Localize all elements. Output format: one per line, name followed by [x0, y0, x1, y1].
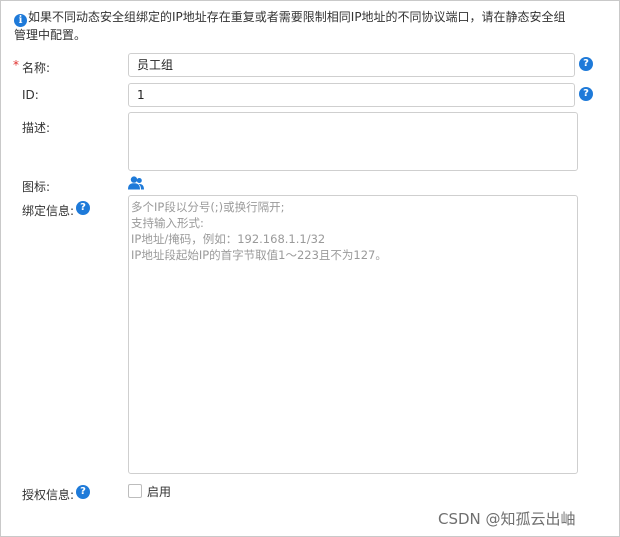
placeholder-line: IP地址/掩码，例如：192.168.1.1/32 [131, 232, 326, 246]
required-mark: * [13, 58, 19, 72]
user-group-icon[interactable] [128, 176, 144, 193]
binding-info-label: 绑定信息: [22, 202, 74, 219]
binding-info-help-icon[interactable]: ? [76, 201, 90, 215]
auth-enable-checkbox[interactable] [128, 484, 142, 498]
name-input[interactable]: 员工组 [128, 53, 575, 77]
auth-info-label-text: 授权信息: [22, 488, 75, 502]
name-help-icon[interactable]: ? [579, 57, 593, 71]
dialog-panel: i 如果不同动态安全组绑定的IP地址存在重复或者需要限制相同IP地址的不同协议端口… [0, 0, 620, 537]
description-label: 描述: [22, 121, 51, 135]
info-notice: i 如果不同动态安全组绑定的IP地址存在重复或者需要限制相同IP地址的不同协议端口… [14, 9, 604, 43]
auth-info-help-icon[interactable]: ? [76, 485, 90, 499]
notice-line-2: 管理中配置。 [14, 28, 87, 42]
id-help-icon[interactable]: ? [579, 87, 593, 101]
auth-info-label: 授权信息: [22, 486, 74, 503]
auth-enable-label[interactable]: 启用 [147, 483, 171, 500]
watermark: CSDN @知孤云出岫 [438, 510, 576, 528]
description-textarea[interactable] [128, 112, 578, 171]
icon-label: 图标: [22, 180, 51, 194]
id-label: ID: [22, 88, 39, 102]
info-icon: i [14, 14, 27, 27]
placeholder-line: IP地址段起始IP的首字节取值1～223且不为127。 [131, 248, 387, 262]
placeholder-line: 多个IP段以分号(;)或换行隔开; [131, 200, 285, 214]
notice-line-1: 如果不同动态安全组绑定的IP地址存在重复或者需要限制相同IP地址的不同协议端口，… [28, 10, 566, 24]
id-input[interactable]: 1 [128, 83, 575, 107]
binding-info-placeholder: 多个IP段以分号(;)或换行隔开; 支持输入形式: IP地址/掩码，例如：192… [131, 199, 571, 263]
name-label: 名称: [22, 61, 51, 75]
binding-info-label-text: 绑定信息: [22, 204, 75, 218]
placeholder-line: 支持输入形式: [131, 216, 204, 230]
